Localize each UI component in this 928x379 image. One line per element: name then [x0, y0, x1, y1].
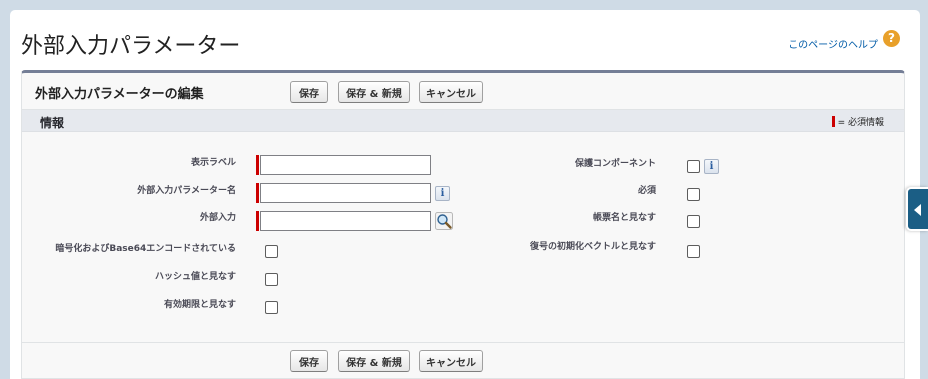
save-button-top[interactable]: 保存: [290, 81, 328, 103]
section-header-info: 情報 = 必須情報: [22, 110, 904, 132]
decryption-iv-checkbox[interactable]: [687, 245, 700, 258]
protected-component-label: 保護コンポーネント: [574, 159, 656, 169]
cancel-button-bottom[interactable]: キャンセル: [419, 350, 483, 372]
hash-value-checkbox[interactable]: [265, 273, 278, 286]
required-indicator: [256, 183, 259, 203]
param-name-input[interactable]: [260, 183, 431, 203]
block-title: 外部入力パラメーターの編集: [35, 87, 204, 102]
required-legend: = 必須情報: [831, 115, 884, 128]
form-name-checkbox[interactable]: [687, 215, 700, 228]
encrypted-base64-label: 暗号化およびBase64エンコードされている: [55, 244, 236, 254]
info-icon[interactable]: i: [435, 186, 450, 201]
save-new-button-bottom[interactable]: 保存 & 新規: [338, 350, 410, 372]
required-indicator: [256, 155, 259, 175]
help-link[interactable]: このページのヘルプ: [788, 36, 878, 51]
param-name-label: 外部入力パラメーター名: [137, 186, 236, 196]
save-new-button-top[interactable]: 保存 & 新規: [338, 81, 410, 103]
hash-value-label: ハッシュ値と見なす: [154, 272, 236, 282]
external-input-label: 外部入力: [199, 213, 236, 223]
external-input-input[interactable]: [260, 211, 431, 231]
required-checkbox[interactable]: [687, 188, 700, 201]
lookup-magnifier-icon[interactable]: [435, 212, 453, 230]
help-icon[interactable]: ?: [883, 30, 900, 47]
collapse-left-icon: [914, 204, 921, 216]
decryption-iv-label: 復号の初期化ベクトルと見なす: [529, 242, 656, 252]
expiration-label: 有効期限と見なす: [163, 300, 236, 310]
required-legend-bar: [831, 116, 835, 127]
block-header: 外部入力パラメーターの編集 保存 保存 & 新規 キャンセル: [22, 73, 904, 110]
edit-block: 外部入力パラメーターの編集 保存 保存 & 新規 キャンセル 情報 = 必須情報…: [21, 70, 905, 379]
page-container: 外部入力パラメーター このページのヘルプ ? 外部入力パラメーターの編集 保存 …: [10, 10, 920, 379]
required-indicator: [256, 211, 259, 231]
display-label-input[interactable]: [260, 155, 431, 175]
required-legend-text: = 必須情報: [837, 118, 884, 128]
required-field-label: 必須: [637, 186, 656, 196]
bottom-button-row: 保存 保存 & 新規 キャンセル: [22, 342, 904, 379]
info-icon[interactable]: i: [704, 159, 719, 174]
display-label-label: 表示ラベル: [190, 158, 236, 168]
cancel-button-top[interactable]: キャンセル: [419, 81, 483, 103]
form-name-label: 帳票名と見なす: [592, 213, 656, 223]
encrypted-base64-checkbox[interactable]: [265, 245, 278, 258]
save-button-bottom[interactable]: 保存: [290, 350, 328, 372]
page-title: 外部入力パラメーター: [21, 34, 241, 59]
sidebar-collapse-tab[interactable]: [906, 187, 928, 231]
protected-component-checkbox[interactable]: [687, 160, 700, 173]
expiration-checkbox[interactable]: [265, 301, 278, 314]
section-title: 情報: [40, 116, 65, 130]
